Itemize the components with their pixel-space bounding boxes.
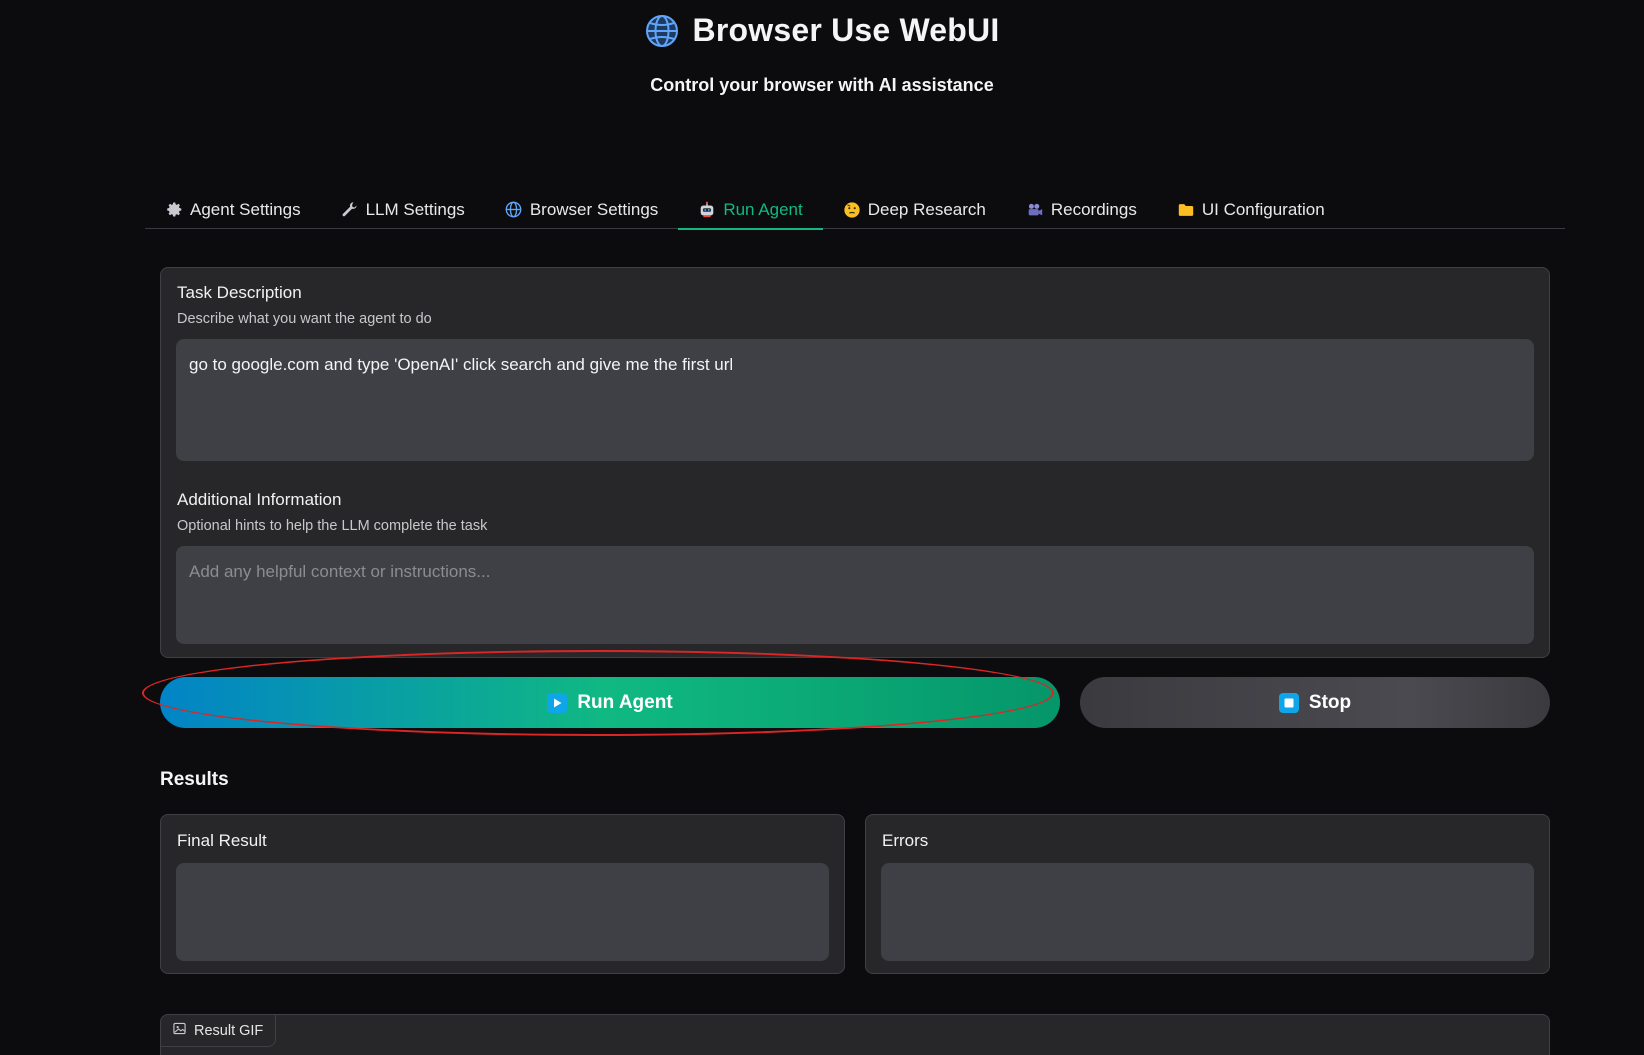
final-result-panel: Final Result	[160, 814, 845, 974]
tab-label: UI Configuration	[1201, 199, 1325, 219]
tab-llm-settings[interactable]: LLM Settings	[321, 190, 485, 229]
additional-information-info: Optional hints to help the LLM complete …	[177, 518, 488, 534]
tab-agent-settings[interactable]: Agent Settings	[145, 190, 321, 229]
tab-deep-research[interactable]: Deep Research	[823, 190, 1006, 229]
tab-label: Agent Settings	[190, 199, 301, 219]
tab-label: LLM Settings	[365, 199, 465, 219]
wrench-icon	[341, 201, 359, 219]
errors-label: Errors	[882, 831, 929, 850]
tab-recordings[interactable]: Recordings	[1006, 190, 1157, 229]
image-icon	[173, 1022, 186, 1039]
stop-button[interactable]: Stop	[1080, 677, 1550, 728]
page-title: Browser Use WebUI	[692, 12, 1000, 48]
robot-icon	[698, 201, 716, 219]
run-agent-button[interactable]: Run Agent	[160, 677, 1060, 728]
thinking-face-icon	[843, 201, 861, 219]
result-gif-label-badge: Result GIF	[161, 1015, 277, 1047]
task-description-input[interactable]	[176, 339, 1534, 461]
globe-icon	[645, 14, 678, 47]
errors-panel: Errors	[865, 814, 1550, 974]
additional-information-label: Additional Information	[177, 490, 342, 509]
stop-label: Stop	[1308, 691, 1352, 713]
tab-bar: Agent Settings LLM Settings Browser Sett…	[145, 190, 1565, 230]
globe-icon	[505, 201, 523, 219]
page-header: Browser Use WebUI Control your browser w…	[0, 12, 1644, 96]
tab-ui-configuration[interactable]: UI Configuration	[1157, 190, 1345, 229]
tab-run-agent[interactable]: Run Agent	[678, 190, 824, 230]
task-description-info: Describe what you want the agent to do	[177, 311, 432, 327]
title-row: Browser Use WebUI	[0, 12, 1644, 49]
task-panel: Task Description Describe what you want …	[160, 267, 1550, 658]
result-gif-label: Result GIF	[194, 1022, 264, 1039]
gear-icon	[165, 201, 183, 219]
tab-label: Recordings	[1050, 199, 1137, 219]
tab-label: Run Agent	[723, 199, 803, 219]
run-agent-label: Run Agent	[577, 691, 673, 713]
additional-information-input[interactable]	[176, 546, 1534, 644]
page-subtitle: Control your browser with AI assistance	[650, 75, 994, 95]
results-heading: Results	[160, 769, 229, 790]
folder-icon	[1177, 201, 1195, 219]
errors-output[interactable]	[881, 863, 1534, 961]
tab-label: Deep Research	[867, 199, 986, 219]
final-result-output[interactable]	[176, 863, 829, 961]
movie-camera-icon	[1026, 201, 1044, 219]
tab-browser-settings[interactable]: Browser Settings	[485, 190, 679, 229]
play-icon	[547, 692, 568, 713]
result-gif-panel: Result GIF	[160, 1014, 1550, 1055]
task-description-label: Task Description	[177, 283, 302, 302]
final-result-label: Final Result	[177, 831, 267, 850]
tab-label: Browser Settings	[529, 199, 659, 219]
stop-icon	[1278, 692, 1299, 713]
